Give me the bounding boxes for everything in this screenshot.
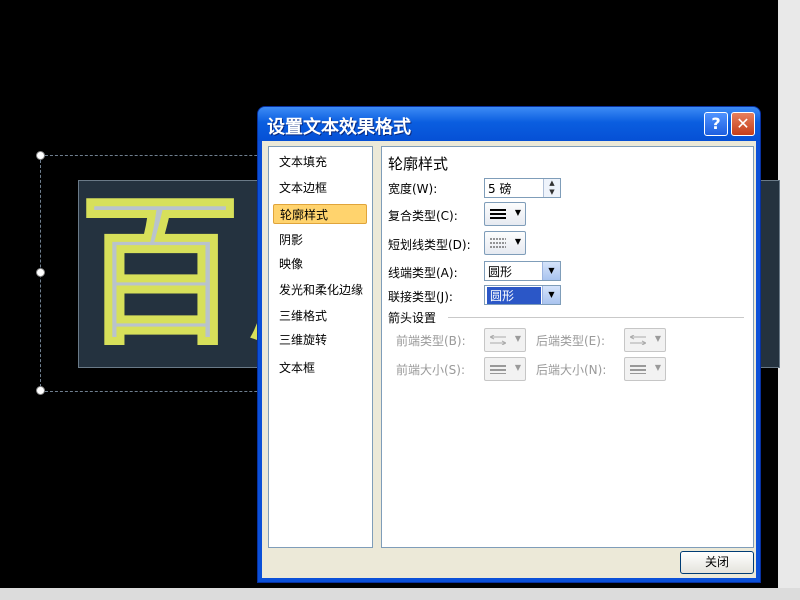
dash-lines-icon <box>490 238 506 248</box>
begin-type-label: 前端类型(B): <box>396 334 466 348</box>
resize-handle-bottom-left[interactable] <box>36 386 45 395</box>
begin-size-label: 前端大小(S): <box>396 363 466 377</box>
compound-lines-icon <box>490 209 506 219</box>
compound-type-label: 复合类型(C): <box>388 209 458 223</box>
nav-item-3d-format[interactable]: 三维格式 <box>273 306 367 326</box>
dash-type-dropdown[interactable]: ▼ <box>484 231 526 255</box>
end-size-dropdown[interactable]: ▼ <box>624 357 666 381</box>
spinner-arrows-icon[interactable]: ▲ ▼ <box>543 179 560 197</box>
panel-heading: 轮廓样式 <box>388 155 449 173</box>
window-edge-right <box>778 0 800 600</box>
close-icon: ✕ <box>736 114 750 133</box>
title-close-button[interactable]: ✕ <box>731 112 755 136</box>
width-value: 5 磅 <box>488 182 512 196</box>
arrow-style-icon <box>630 335 646 345</box>
join-type-combobox[interactable]: 圆形 ▼ <box>484 285 561 305</box>
dialog-title: 设置文本效果格式 <box>267 117 411 138</box>
resize-handle-left[interactable] <box>36 268 45 277</box>
cap-type-value: 圆形 <box>488 265 513 279</box>
chevron-down-icon: ▼ <box>654 334 661 343</box>
begin-size-dropdown[interactable]: ▼ <box>484 357 526 381</box>
begin-type-dropdown[interactable]: ▼ <box>484 328 526 352</box>
chevron-down-icon: ▼ <box>514 208 521 217</box>
end-type-dropdown[interactable]: ▼ <box>624 328 666 352</box>
dash-type-label: 短划线类型(D): <box>388 238 471 252</box>
chevron-down-icon: ▼ <box>514 334 521 343</box>
join-type-label: 联接类型(J): <box>388 290 453 304</box>
nav-item-text-box[interactable]: 文本框 <box>273 358 367 378</box>
resize-handle-top-left[interactable] <box>36 151 45 160</box>
nav-item-outline-style[interactable]: 轮廓样式 <box>273 204 367 224</box>
line-size-icon <box>630 365 646 374</box>
outline-style-panel: 轮廓样式 宽度(W): 5 磅 ▲ ▼ 复合类型(C): ▼ 短划线类型(D): … <box>381 146 754 548</box>
chevron-down-icon[interactable]: ▼ <box>542 262 560 280</box>
chevron-down-icon: ▼ <box>654 363 661 372</box>
nav-item-glow-soft-edges[interactable]: 发光和柔化边缘 <box>273 280 367 300</box>
nav-item-text-outline[interactable]: 文本边框 <box>273 178 367 198</box>
help-button[interactable]: ? <box>704 112 728 136</box>
chevron-down-icon: ▼ <box>514 237 521 246</box>
format-text-effects-dialog: 设置文本效果格式 ? ✕ 文本填充 文本边框 轮廓样式 阴影 映像 发光和柔化边… <box>258 107 760 582</box>
help-icon: ? <box>711 114 721 133</box>
width-spinner[interactable]: 5 磅 ▲ ▼ <box>484 178 561 198</box>
nav-item-reflection[interactable]: 映像 <box>273 254 367 274</box>
arrow-style-icon <box>490 335 506 345</box>
line-size-icon <box>490 365 506 374</box>
window-edge-bottom <box>0 588 800 600</box>
dialog-titlebar[interactable]: 设置文本效果格式 ? ✕ <box>258 107 760 141</box>
nav-item-text-fill[interactable]: 文本填充 <box>273 152 367 172</box>
nav-item-3d-rotation[interactable]: 三维旋转 <box>273 330 367 350</box>
width-label: 宽度(W): <box>388 182 438 196</box>
chevron-down-icon: ▼ <box>514 363 521 372</box>
cap-type-label: 线端类型(A): <box>388 266 458 280</box>
compound-type-dropdown[interactable]: ▼ <box>484 202 526 226</box>
chevron-down-icon[interactable]: ▼ <box>542 286 560 304</box>
arrow-settings-label: 箭头设置 <box>388 311 437 325</box>
dialog-client-area: 文本填充 文本边框 轮廓样式 阴影 映像 发光和柔化边缘 三维格式 三维旋转 文… <box>262 141 756 578</box>
category-list: 文本填充 文本边框 轮廓样式 阴影 映像 发光和柔化边缘 三维格式 三维旋转 文… <box>268 146 373 548</box>
end-size-label: 后端大小(N): <box>536 363 607 377</box>
close-button[interactable]: 关闭 <box>680 551 754 574</box>
end-type-label: 后端类型(E): <box>536 334 605 348</box>
section-divider <box>448 317 744 318</box>
cap-type-combobox[interactable]: 圆形 ▼ <box>484 261 561 281</box>
join-type-value: 圆形 <box>487 287 541 304</box>
nav-item-shadow[interactable]: 阴影 <box>273 230 367 250</box>
